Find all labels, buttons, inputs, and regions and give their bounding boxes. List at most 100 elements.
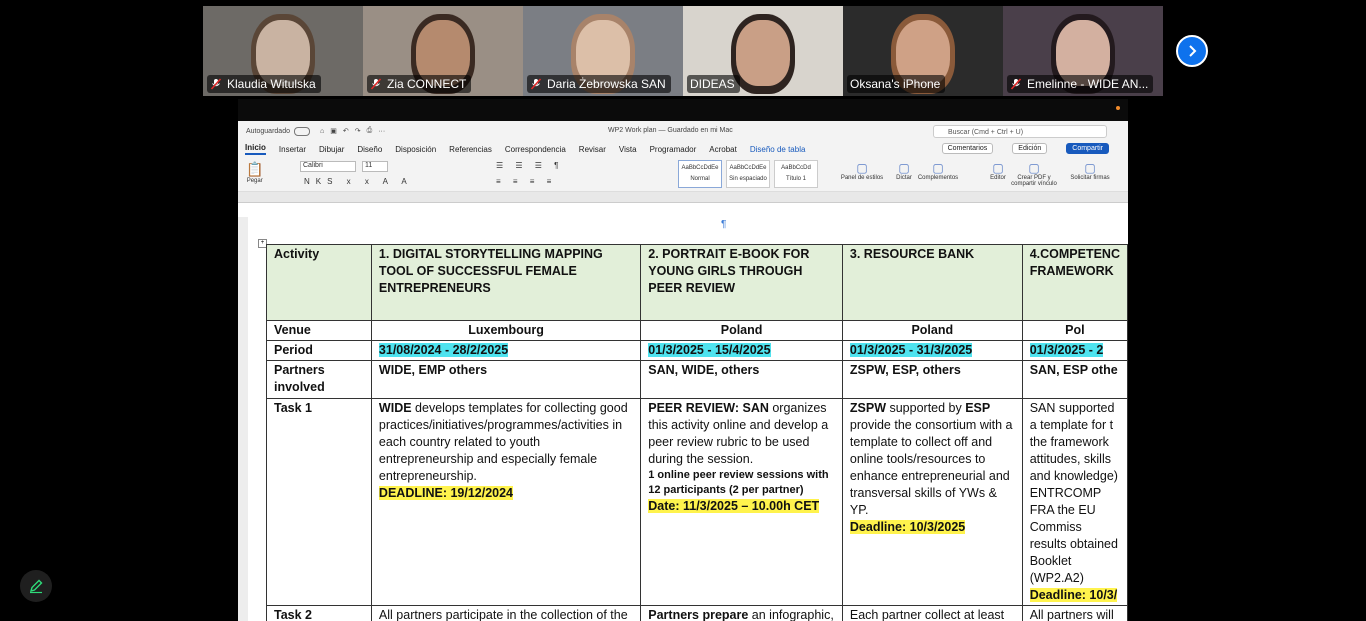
undo-icon[interactable]: ↶ [343,127,349,135]
task2-activity-3[interactable]: Each partner collect at least 10 online … [841,605,1023,621]
participant-name: Zia CONNECT [367,75,472,93]
format-buttons[interactable]: NKS x x A A [304,177,413,186]
font-select[interactable]: Calibri [300,161,356,172]
editing-button[interactable]: Edición [1012,143,1048,154]
share-button[interactable]: Compartir [1066,143,1109,154]
partners-2[interactable]: SAN, WIDE, others [640,360,843,399]
task1-2-sessions: 1 online peer review sessions with 12 pa… [648,469,829,496]
ribbon-tab[interactable]: Insertar [279,145,306,154]
ribbon-action-icon: ▢ [1028,161,1040,175]
paste-button[interactable]: 📋 Pegar [246,161,263,184]
task2-activity-2[interactable]: Partners prepare an infographic, using t… [640,605,843,621]
ribbon-tab[interactable]: Correspondencia [505,145,566,154]
print-icon[interactable]: ⎙ [367,127,373,135]
period-1-text: 31/08/2024 - 28/2/2025 [378,343,509,357]
ribbon-action-button[interactable]: ▢ Crear PDF y compartir vínculo [1008,161,1060,187]
vertical-ruler [238,217,248,621]
next-page-button[interactable] [1176,35,1208,67]
period-3-text: 01/3/2025 - 31/3/2025 [849,343,973,357]
more-icon[interactable]: ··· [378,128,385,135]
ribbon-tab[interactable]: Diseño [357,145,382,154]
ribbon-tab[interactable]: Acrobat [709,145,737,154]
participant-name: Oksana's iPhone [847,75,946,93]
ribbon-action-icon: ▢ [932,161,944,175]
period-2[interactable]: 01/3/2025 - 15/4/2025 [640,340,843,361]
style-name: Título 1 [785,176,806,182]
ribbon-tab[interactable]: Vista [619,145,637,154]
autosave-toggle[interactable] [293,126,310,136]
venue-2[interactable]: Poland [640,320,843,341]
venue-3[interactable]: Poland [841,320,1023,341]
venue-1[interactable]: Luxembourg [370,320,642,341]
ribbon-tab[interactable]: Referencias [449,145,492,154]
venue-label[interactable]: Venue [266,320,372,341]
participant-name-text: DIDEAS [690,77,735,91]
save-icon[interactable]: ▣ [330,127,337,135]
ribbon-action-button[interactable]: ▢ Solicitar firmas [1064,161,1116,181]
comments-button[interactable]: Comentarios [941,143,994,154]
partners-4[interactable]: SAN, ESP othe [1021,360,1128,399]
ribbon-action-label: Complementos [917,175,959,181]
task1-activity-3[interactable]: ZSPW supported by ESP provide the consor… [841,398,1023,606]
redo-icon[interactable]: ↷ [355,127,361,135]
participant-name: DIDEAS [687,75,740,93]
task2-2-owner: Partners prepare [648,608,749,621]
align-buttons[interactable]: ≡ ≡ ≡ ≡ [496,177,556,186]
style-option[interactable]: AaBbCcDd Título 1 [774,160,818,188]
annotate-button[interactable] [20,570,52,602]
ribbon-tab[interactable]: Dibujar [319,145,344,154]
period-label[interactable]: Period [266,340,372,361]
task1-4-deadline: Deadline: 10/3/ [1029,588,1118,602]
paragraph-mark-icon: ¶ [721,219,727,230]
home-icon[interactable]: ⌂ [320,128,324,135]
task1-3-support: ESP [965,401,991,415]
style-option[interactable]: AaBbCcDdEe Sin espaciado [726,160,770,188]
header-activity-2[interactable]: 2. PORTRAIT E-BOOK FOR YOUNG GIRLS THROU… [640,244,843,321]
ribbon-tab[interactable]: Revisar [579,145,606,154]
ribbon: 📋 Pegar Calibri 11 NKS x x A A ☰ ☰ ☰ ¶ ≡… [238,157,1128,192]
font-size-select[interactable]: 11 [362,161,388,172]
ribbon-tab[interactable]: Disposición [395,145,436,154]
ribbon-tab[interactable]: Diseño de tabla [750,145,806,154]
search-input[interactable]: Buscar (Cmd + Ctrl + U) [933,125,1107,138]
participant-tile[interactable]: DIDEAS [683,6,843,96]
style-sample: AaBbCcDd [781,165,811,171]
participant-tile[interactable]: Klaudia Witulska [203,6,363,96]
task2-label[interactable]: Task 2 [266,605,372,621]
period-4[interactable]: 01/3/2025 - 2 [1021,340,1128,361]
task1-2-date: Date: 11/3/2025 – 10.00h CET [648,499,820,513]
task1-activity-4[interactable]: SAN supported a template for t the frame… [1021,398,1128,606]
style-option[interactable]: AaBbCcDdEe Normal [678,160,722,188]
task1-label[interactable]: Task 1 [266,398,372,606]
task1-activity-1[interactable]: WIDE develops templates for collecting g… [370,398,642,606]
partners-3[interactable]: ZSPW, ESP, others [841,360,1023,399]
header-activity-3[interactable]: 3. RESOURCE BANK [841,244,1023,321]
participant-tile[interactable]: Emelinne - WIDE AN... [1003,6,1163,96]
participant-tile[interactable]: Daria Żebrowska SAN [523,6,683,96]
partners-1[interactable]: WIDE, EMP others [370,360,642,399]
venue-4[interactable]: Pol [1021,320,1128,341]
header-activity-4[interactable]: 4.COMPETENC FRAMEWORK [1021,244,1128,321]
style-name: Normal [690,176,710,182]
paragraph-buttons[interactable]: ☰ ☰ ☰ ¶ [496,161,563,170]
participant-tile[interactable]: Oksana's iPhone [843,6,1003,96]
header-activity-1[interactable]: 1. DIGITAL STORYTELLING MAPPING TOOL OF … [370,244,642,321]
ribbon-action-label: Crear PDF y compartir vínculo [1011,175,1057,187]
task1-2-owner: PEER REVIEW: SAN [648,401,769,415]
participant-strip: Klaudia Witulska Zia CONNECT Daria Żebrows… [203,6,1163,96]
participant-tile[interactable]: Zia CONNECT [363,6,523,96]
period-1[interactable]: 31/08/2024 - 28/2/2025 [370,340,642,361]
task2-activity-1[interactable]: All partners participate in the collecti… [370,605,642,621]
ribbon-tab[interactable]: Programador [650,145,697,154]
period-3[interactable]: 01/3/2025 - 31/3/2025 [841,340,1023,361]
participant-name-text: Oksana's iPhone [850,77,941,91]
header-label-cell[interactable]: Activity [266,244,372,321]
ribbon-action-button[interactable]: ▢ Complementos [912,161,964,181]
ribbon-tab[interactable]: Inicio [245,143,266,155]
paste-label: Pegar [246,178,263,184]
task2-activity-4[interactable]: All partners will feedback and in [1021,605,1128,621]
task1-activity-2[interactable]: PEER REVIEW: SAN organizes this activity… [640,398,843,606]
task1-1-deadline: DEADLINE: 19/12/2024 [378,486,514,500]
muted-mic-icon [530,78,542,90]
partners-label[interactable]: Partners involved [266,360,372,399]
